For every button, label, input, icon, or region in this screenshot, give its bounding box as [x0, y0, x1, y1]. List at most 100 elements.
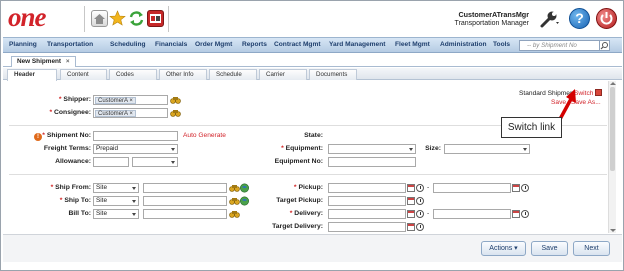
calendar-icon[interactable] [407, 197, 415, 205]
calendar-icon[interactable] [512, 184, 520, 192]
tab-carrier[interactable]: Carrier [259, 69, 307, 80]
tab-other-info[interactable]: Other Info [159, 69, 207, 80]
menu-transportation[interactable]: Transportation [47, 41, 93, 48]
delivery-label: * Delivery: [265, 210, 323, 217]
vertical-scrollbar[interactable] [608, 81, 616, 233]
clock-icon[interactable] [416, 223, 424, 231]
next-button[interactable]: Next [573, 241, 610, 256]
actions-button[interactable]: Actions ▾ [481, 241, 526, 256]
clock-icon[interactable] [416, 197, 424, 205]
tab-new-shipment[interactable]: New Shipment × [11, 56, 76, 67]
binoculars-lookup-icon[interactable] [170, 108, 181, 118]
binoculars-lookup-icon[interactable] [229, 209, 240, 219]
clock-icon[interactable] [521, 184, 529, 192]
chevron-down-icon [522, 146, 528, 152]
bill-to-label: Bill To: [68, 210, 91, 217]
equipment-label-text: Equipment: [285, 145, 323, 152]
ship-to-type-select[interactable]: Site [93, 196, 139, 206]
refresh-icon[interactable] [128, 10, 145, 27]
binoculars-lookup-icon[interactable] [170, 95, 181, 105]
menu-fleet-mgmt[interactable]: Fleet Mgmt [395, 41, 430, 48]
ship-from-input[interactable] [143, 183, 227, 193]
menu-reports[interactable]: Reports [242, 41, 267, 48]
copy-icon[interactable] [595, 89, 602, 96]
menu-contract-mgmt[interactable]: Contract Mgmt [274, 41, 321, 48]
bill-to-input[interactable] [143, 209, 227, 219]
delivery-start-input[interactable] [328, 209, 406, 219]
bill-to-type-value: Site [96, 210, 108, 217]
freight-terms-value: Prepaid [96, 145, 119, 152]
clock-icon[interactable] [521, 210, 529, 218]
chevron-down-icon [170, 159, 176, 165]
calendar-icon[interactable] [407, 184, 415, 192]
shipper-chip-text: CustomerA [98, 98, 128, 104]
close-icon[interactable]: × [66, 58, 70, 65]
section-divider [9, 174, 607, 175]
allowance-unit-select[interactable] [132, 157, 178, 167]
menu-yard-management[interactable]: Yard Management [329, 41, 385, 48]
chevron-down-icon [131, 211, 137, 217]
calendar-icon[interactable] [407, 223, 415, 231]
favorites-star-icon[interactable] [109, 10, 126, 27]
tab-schedule[interactable]: Schedule [209, 69, 257, 80]
ship-from-type-select[interactable]: Site [93, 183, 139, 193]
wrench-settings-icon[interactable] [539, 9, 561, 29]
search-icon[interactable] [599, 40, 610, 51]
scrollbar-thumb[interactable] [610, 87, 615, 171]
menu-financials[interactable]: Financials [155, 41, 187, 48]
equipment-select[interactable] [328, 144, 416, 154]
allowance-input[interactable] [93, 157, 129, 167]
required-mark: * [58, 96, 62, 103]
shipper-chip[interactable]: CustomerA × [95, 97, 136, 104]
help-icon[interactable]: ? [569, 8, 590, 29]
tab-documents[interactable]: Documents [309, 69, 357, 80]
chevron-down-icon [408, 146, 414, 152]
menu-planning[interactable]: Planning [9, 41, 37, 48]
ab-report-icon[interactable] [147, 10, 164, 27]
shipment-no-input[interactable] [93, 131, 178, 141]
calendar-icon[interactable] [512, 210, 520, 218]
auto-generate-link[interactable]: Auto Generate [183, 132, 226, 139]
equipment-no-input[interactable] [328, 157, 416, 167]
clock-icon[interactable] [416, 184, 424, 192]
tab-content[interactable]: Content [60, 69, 107, 80]
scroll-down-arrow-icon[interactable] [610, 229, 616, 232]
target-delivery-input[interactable] [328, 222, 406, 232]
ship-from-type-value: Site [96, 184, 108, 191]
globe-map-icon[interactable] [239, 183, 250, 193]
consignee-label-text: Consignee: [53, 109, 91, 116]
size-select[interactable] [444, 144, 530, 154]
globe-map-icon[interactable] [239, 196, 250, 206]
clock-icon[interactable] [416, 210, 424, 218]
required-mark: * [50, 184, 54, 191]
menu-order-mgmt[interactable]: Order Mgmt [195, 41, 232, 48]
consignee-field[interactable]: CustomerA × [93, 108, 168, 118]
tab-codes[interactable]: Codes [109, 69, 157, 80]
power-logout-icon[interactable] [596, 8, 617, 29]
scroll-up-arrow-icon[interactable] [610, 82, 616, 85]
save-button[interactable]: Save [531, 241, 568, 256]
ship-to-label: * Ship To: [23, 197, 91, 204]
pickup-start-input[interactable] [328, 183, 406, 193]
ship-to-input[interactable] [143, 196, 227, 206]
target-pickup-input[interactable] [328, 196, 406, 206]
bill-to-type-select[interactable]: Site [93, 209, 139, 219]
delivery-end-input[interactable] [433, 209, 511, 219]
menu-administration[interactable]: Administration [440, 41, 487, 48]
equipment-label: * Equipment: [265, 145, 323, 152]
freight-terms-select[interactable]: Prepaid [93, 144, 178, 154]
tab-header[interactable]: Header [7, 69, 57, 81]
pickup-end-input[interactable] [433, 183, 511, 193]
shipper-field[interactable]: CustomerA × [93, 95, 168, 105]
menu-tools[interactable]: Tools [493, 41, 510, 48]
shipment-search-input[interactable]: -- by Shipment No [519, 40, 609, 51]
required-mark: * [59, 197, 63, 204]
equipment-no-label: Equipment No: [274, 158, 323, 165]
calendar-icon[interactable] [407, 210, 415, 218]
home-icon[interactable] [91, 10, 108, 27]
size-label: Size: [425, 145, 441, 152]
consignee-chip[interactable]: CustomerA × [95, 110, 136, 117]
required-mark: * [289, 210, 293, 217]
user-role: Transportation Manager [454, 20, 529, 27]
menu-scheduling[interactable]: Scheduling [110, 41, 146, 48]
